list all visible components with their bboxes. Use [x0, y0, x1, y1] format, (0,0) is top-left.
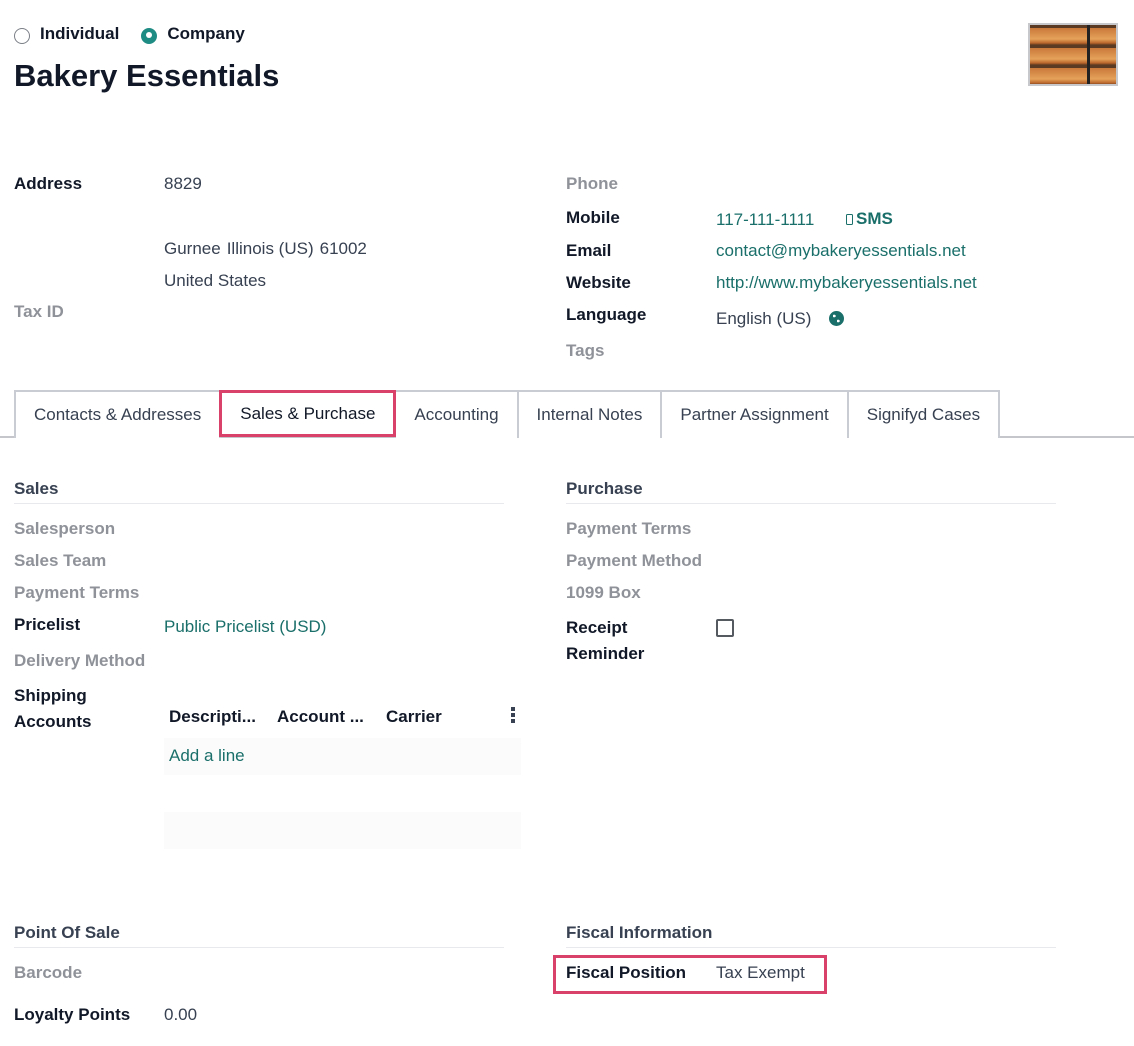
receipt-reminder-checkbox[interactable] — [716, 619, 734, 637]
fiscal-rule — [566, 947, 1056, 948]
receipt-reminder-label-line2: Reminder — [566, 644, 645, 663]
tags-label: Tags — [566, 341, 605, 360]
receipt-reminder-label: Receipt Reminder — [566, 615, 644, 667]
mobile-label: Mobile — [566, 208, 620, 227]
radio-company-circle[interactable] — [141, 27, 158, 44]
sales-heading: Sales — [14, 479, 59, 498]
salesperson-label: Salesperson — [14, 519, 116, 538]
address-city[interactable]: Gurnee — [164, 239, 221, 259]
purchase-payment-terms-label: Payment Terms — [566, 519, 692, 538]
tab-accounting[interactable]: Accounting — [394, 390, 519, 438]
box-1099-label: 1099 Box — [566, 583, 641, 602]
shipping-accounts-label-line1: Shipping — [14, 686, 87, 705]
phone-label: Phone — [566, 174, 618, 193]
sales-rule — [14, 503, 504, 504]
language-label: Language — [566, 305, 647, 324]
language-value[interactable]: English (US) — [716, 309, 811, 329]
radio-company[interactable]: Company — [141, 24, 245, 44]
receipt-reminder-label-line1: Receipt — [566, 618, 628, 637]
tab-signifyd-cases[interactable]: Signifyd Cases — [846, 390, 1001, 438]
purchase-rule — [566, 503, 1056, 504]
avatar-frame — [1030, 25, 1091, 84]
globe-icon[interactable] — [829, 311, 844, 326]
tab-internal-notes[interactable]: Internal Notes — [516, 390, 663, 438]
column-options-icon[interactable] — [511, 707, 515, 723]
purchase-heading: Purchase — [566, 479, 643, 498]
pricelist-value[interactable]: Public Pricelist (USD) — [164, 617, 326, 637]
tax-id-label: Tax ID — [14, 302, 64, 321]
mobile-phone-icon — [846, 213, 853, 225]
radio-individual-circle[interactable] — [14, 27, 30, 44]
col-description[interactable]: Descripti... — [169, 707, 256, 727]
payment-method-label: Payment Method — [566, 551, 703, 570]
pos-rule — [14, 947, 504, 948]
sms-button[interactable]: SMS — [846, 209, 893, 229]
website-label: Website — [566, 273, 631, 292]
address-label: Address — [14, 174, 83, 193]
shipping-accounts-label-line2: Accounts — [14, 712, 92, 731]
shipping-accounts-label: Shipping Accounts — [14, 683, 91, 735]
col-carrier[interactable]: Carrier — [386, 707, 442, 727]
sales-payment-terms-label: Payment Terms — [14, 583, 140, 602]
tab-contacts-addresses[interactable]: Contacts & Addresses — [14, 390, 222, 438]
barcode-label: Barcode — [14, 963, 83, 982]
radio-company-label: Company — [167, 24, 245, 43]
tab-sales-purchase[interactable]: Sales & Purchase — [219, 390, 397, 437]
email-label: Email — [566, 241, 612, 260]
website-value[interactable]: http://www.mybakeryessentials.net — [716, 273, 977, 293]
address-street[interactable]: 8829 — [164, 174, 202, 194]
pricelist-label: Pricelist — [14, 615, 81, 634]
loyalty-points-value: 0.00 — [164, 1005, 198, 1024]
partner-name[interactable]: Bakery Essentials — [14, 58, 279, 94]
fiscal-position-label: Fiscal Position — [566, 963, 686, 982]
email-value[interactable]: contact@mybakeryessentials.net — [716, 241, 966, 261]
loyalty-points-label: Loyalty Points — [14, 1005, 131, 1024]
address-state[interactable]: Illinois (US) — [227, 239, 314, 259]
address-zip[interactable]: 61002 — [320, 239, 367, 259]
address-city-line: Gurnee Illinois (US) 61002 — [164, 239, 367, 259]
fiscal-position-value[interactable]: Tax Exempt — [716, 963, 805, 983]
pos-heading: Point Of Sale — [14, 923, 120, 942]
add-a-line-link[interactable]: Add a line — [169, 746, 245, 766]
delivery-method-label: Delivery Method — [14, 651, 146, 670]
address-country[interactable]: United States — [164, 271, 266, 291]
sms-label: SMS — [856, 209, 893, 228]
col-account[interactable]: Account ... — [277, 707, 364, 727]
table-empty-row — [164, 812, 521, 849]
radio-individual-label: Individual — [40, 24, 120, 43]
mobile-value[interactable]: 117-111-1111 — [716, 210, 814, 230]
globe-icon-glyph — [833, 314, 840, 323]
radio-individual[interactable]: Individual — [14, 24, 119, 44]
notebook-tabs: Contacts & Addresses Sales & Purchase Ac… — [14, 390, 1001, 438]
fiscal-heading: Fiscal Information — [566, 923, 713, 942]
avatar[interactable] — [1028, 23, 1118, 86]
sales-team-label: Sales Team — [14, 551, 107, 570]
tab-partner-assignment[interactable]: Partner Assignment — [660, 390, 849, 438]
partner-type-radio-group: Individual Company — [14, 24, 267, 44]
